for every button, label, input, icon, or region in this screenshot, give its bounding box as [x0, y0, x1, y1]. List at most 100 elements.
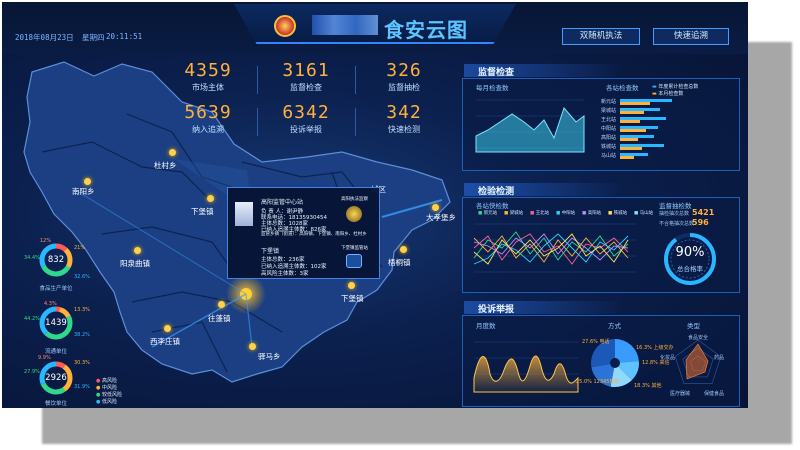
donut-legend-item: ● 高风险: [96, 378, 117, 384]
station-bar-label: 铁城站: [600, 144, 616, 150]
donut-legend-item: ● 低风险: [96, 399, 117, 405]
supervision-legend-total: ▬ 年度累计检查总数: [652, 84, 699, 90]
donut-label-catering: 餐饮单位: [44, 401, 67, 407]
rapid-test-line-chart: [473, 223, 636, 273]
radar-axis-label: 药品: [714, 355, 725, 361]
station-bar-month: [620, 111, 644, 114]
town-label-nanyang: 南阳乡: [72, 187, 95, 196]
panel-title-inspection: 检验检测: [478, 187, 515, 197]
inspection-legend-item: ■ 新元站: [478, 211, 498, 216]
town-marker[interactable]: [348, 282, 355, 289]
stat-rapid-tests: 342 快速检测: [386, 102, 422, 134]
stat-supervision: 3161 监督检查: [282, 60, 330, 92]
radar-axis-label: 食品安全: [688, 335, 709, 341]
supervision-left-subtitle: 每月检查数: [476, 84, 509, 92]
station-bar-label: 梁城站: [600, 108, 616, 114]
donut-pct: 44.2%: [24, 316, 40, 322]
pass-rate-label: 总合格率: [677, 265, 703, 273]
station-bar-row: 梁城站: [588, 107, 728, 115]
station-bar-row: 铁城站: [588, 143, 728, 151]
station-bar-label: 马山站: [600, 153, 616, 159]
station-bar-month: [620, 102, 650, 105]
station-bar-row: 王北站: [588, 116, 728, 124]
pie-label-hotline: 25.0% 12345热线: [576, 379, 620, 385]
town-marker[interactable]: [249, 343, 256, 350]
station-bar-chart: 新元站梁城站王北站中阳站高阳站铁城站马山站: [588, 98, 728, 164]
town-marker[interactable]: [164, 325, 171, 332]
town-label-wangpeng: 往蓬镇: [208, 314, 231, 323]
station-bar-row: 新元站: [588, 98, 728, 106]
inspection-series-legend: ■ 新元站 ■ 梁城站 ■ 王北站 ■ 中阳站 ■ 高阳站 ■ 铁城站 ■ 马山站: [478, 210, 658, 218]
complaints-channel-subtitle: 方式: [608, 322, 621, 330]
radar-axis-label: 保健食品: [704, 391, 725, 397]
random-enforcement-button[interactable]: 双随机执法: [562, 28, 640, 45]
station-info-popup[interactable]: 高阳监管中心站 负 责 人：谢尹静 联系电话：18135930454 主体总数：…: [227, 187, 380, 279]
donut-pct: 13.3%: [74, 307, 90, 313]
inspection-legend-item: ■ 马山站: [634, 211, 654, 216]
town-label-ducun: 杜村乡: [154, 161, 177, 170]
town-marker[interactable]: [432, 204, 439, 211]
supervision-legend-month: ▬ 本月检查数: [652, 91, 684, 97]
station-bar-row: 中阳站: [588, 125, 728, 133]
station-bar-month: [620, 129, 646, 132]
town-label-xiabao: 下堡镇: [191, 207, 214, 216]
enforcement-badge-icon: [346, 206, 362, 222]
stat-market-entities: 4359 市场主体: [184, 60, 232, 92]
inspection-left-subtitle: 各站快检数: [476, 202, 509, 210]
stat-divider: [355, 108, 356, 136]
donut-label-production: 食品生产单位: [39, 286, 73, 292]
stat-divider: [355, 66, 356, 94]
town-marker[interactable]: [400, 246, 407, 253]
inspection-legend-item: ■ 铁城站: [608, 211, 628, 216]
donut-value-production: 832: [47, 255, 65, 265]
town-marker[interactable]: [84, 178, 91, 185]
panel-title-complaints: 投诉举报: [478, 305, 515, 315]
donut-pct: 30.3%: [74, 360, 90, 366]
donut-pct: 12%: [40, 238, 52, 244]
quick-trace-button[interactable]: 快速追溯: [653, 28, 729, 45]
donut-pct: 32.6%: [74, 274, 90, 280]
station-bar-row: 高阳站: [588, 134, 728, 142]
donut-pct: 4.3%: [44, 301, 57, 307]
donut-legend-item: ● 中风险: [96, 385, 117, 391]
popup-badge-label: 下堡镇监管站: [341, 246, 368, 251]
donut-value-catering: 2926: [45, 373, 67, 383]
supervision-right-subtitle: 各站检查数: [606, 84, 639, 92]
inspection-legend-item: ■ 高阳站: [582, 211, 602, 216]
popup-station-name: 高阳监管中心站: [261, 199, 304, 206]
station-bar-month: [620, 138, 638, 141]
sampling-failed-value: 596: [692, 218, 709, 227]
officer-photo: [235, 202, 253, 226]
pie-label-phone: 27.6% 电话: [582, 339, 610, 345]
popup-town-name: 下堡镇: [261, 248, 280, 255]
pass-rate-value: 90%: [675, 245, 705, 260]
town-marker[interactable]: [134, 247, 141, 254]
complaints-monthly-subtitle: 月度数: [476, 322, 496, 330]
radar-axis-label: 化妆品: [660, 355, 676, 361]
donut-pct: 31.9%: [74, 384, 90, 390]
monthly-inspection-area-chart: [475, 99, 585, 153]
town-marker[interactable]: [218, 301, 225, 308]
stat-complaints: 6342 投诉举报: [282, 102, 330, 134]
donut-pct: 34.4%: [24, 255, 40, 261]
station-badge-icon: [346, 254, 362, 268]
town-label-xilizhuang: 西李庄镇: [150, 337, 180, 346]
complaint-type-radar: [674, 339, 722, 384]
inspection-legend-item: ■ 梁城站: [504, 211, 524, 216]
panel-title-supervision: 监督检查: [478, 68, 515, 78]
monthly-complaints-area-chart: [473, 341, 579, 393]
town-label-yima: 驿马乡: [258, 352, 281, 361]
sampling-total-value: 5421: [692, 208, 715, 217]
town-marker[interactable]: [207, 195, 214, 202]
stat-sampling: 326 监督抽检: [386, 60, 422, 92]
town-marker[interactable]: [169, 149, 176, 156]
donut-pct: 38.2%: [74, 332, 90, 338]
station-bar-month: [620, 156, 634, 159]
station-bar-label: 中阳站: [600, 126, 616, 132]
donut-pct: 27.9%: [24, 369, 40, 375]
donut-legend-item: ● 较低风险: [96, 392, 122, 398]
complaints-type-subtitle: 类型: [687, 322, 700, 330]
popup-line: 监管乡镇（街道）：高阳镇、下堡镇、南阳乡、杜村乡: [261, 232, 367, 237]
town-label-wutong: 梧桐镇: [388, 258, 411, 267]
station-bar-month: [620, 147, 642, 150]
